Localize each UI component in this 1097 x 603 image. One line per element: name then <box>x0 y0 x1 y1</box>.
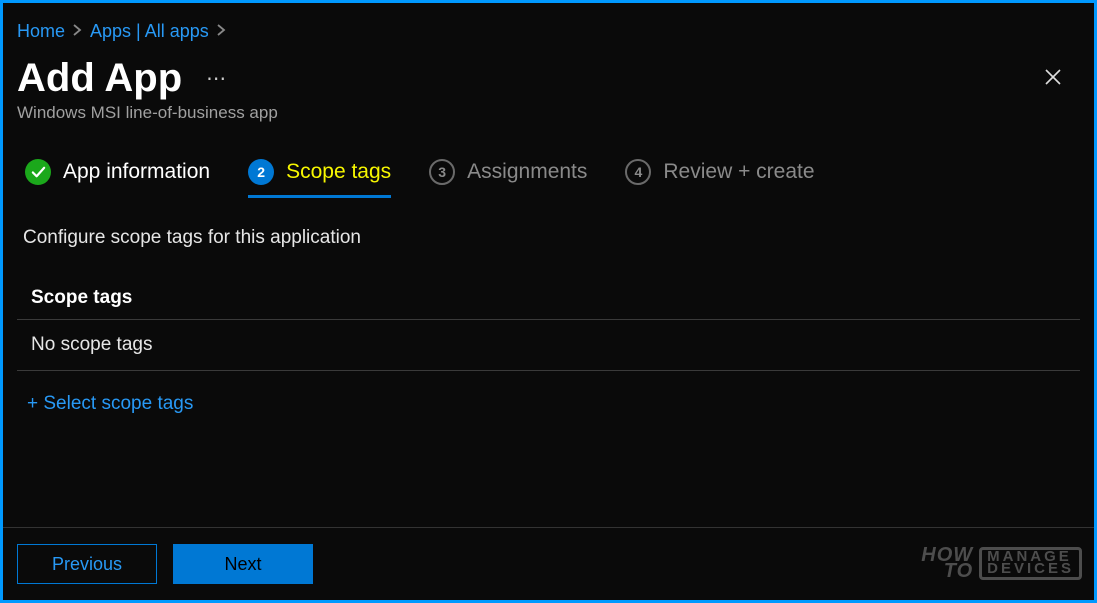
step-number-icon: 3 <box>429 159 455 185</box>
check-icon <box>25 159 51 185</box>
step-label: Review + create <box>663 160 814 184</box>
close-button[interactable] <box>1034 60 1072 98</box>
next-button[interactable]: Next <box>173 544 313 584</box>
breadcrumb-home[interactable]: Home <box>17 21 65 42</box>
watermark: HOW TO MANAGE DEVICES <box>921 547 1082 581</box>
step-label: Scope tags <box>286 160 391 184</box>
step-number-icon: 2 <box>248 159 274 185</box>
more-actions-button[interactable]: ⋯ <box>206 66 228 91</box>
instruction-text: Configure scope tags for this applicatio… <box>23 227 1080 249</box>
previous-button[interactable]: Previous <box>17 544 157 584</box>
step-scope-tags[interactable]: 2 Scope tags <box>248 159 391 198</box>
scope-tags-empty-row: No scope tags <box>17 320 1080 371</box>
step-app-information[interactable]: App information <box>25 159 210 195</box>
chevron-right-icon <box>217 23 226 41</box>
step-number-icon: 4 <box>625 159 651 185</box>
step-label: Assignments <box>467 160 587 184</box>
breadcrumb-apps[interactable]: Apps | All apps <box>90 21 209 42</box>
scope-tags-header: Scope tags <box>17 277 1080 320</box>
step-review-create[interactable]: 4 Review + create <box>625 159 814 195</box>
step-assignments[interactable]: 3 Assignments <box>429 159 587 195</box>
breadcrumb: Home Apps | All apps <box>17 21 1080 42</box>
page-subtitle: Windows MSI line-of-business app <box>17 103 1080 123</box>
watermark-text: DEVICES <box>987 563 1074 576</box>
page-title: Add App <box>17 56 182 101</box>
select-scope-tags-link[interactable]: + Select scope tags <box>17 371 1080 425</box>
chevron-right-icon <box>73 23 82 41</box>
wizard-steps: App information 2 Scope tags 3 Assignmen… <box>17 159 1080 195</box>
step-label: App information <box>63 160 210 184</box>
